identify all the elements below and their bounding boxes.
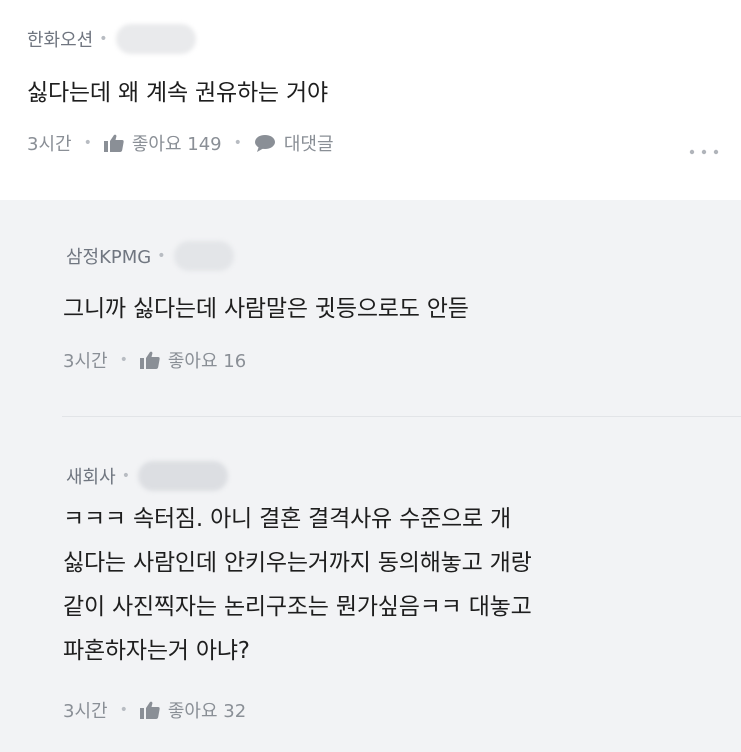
blurred-nickname <box>173 241 234 271</box>
separator-dot: • <box>233 135 242 151</box>
like-button[interactable]: 좋아요 149 <box>103 130 222 156</box>
thumbs-up-icon <box>139 351 160 369</box>
reply-text: ㅋㅋㅋ 속터짐. 아니 결혼 결격사유 수준으로 개 싫다는 사람인데 안키우는… <box>63 497 532 673</box>
reply-text-line: 같이 사진찍자는 논리구조는 뭔가싶음ㅋㅋ 대놓고 <box>63 594 532 620</box>
reply-label: 대댓글 <box>283 134 334 155</box>
like-count: 좋아요 32 <box>167 701 247 722</box>
reply-time: 3시간 <box>63 701 108 722</box>
reply-author-line: 새회사 • <box>66 461 228 491</box>
blurred-nickname <box>137 461 228 491</box>
like-button[interactable]: 좋아요 16 <box>139 347 247 373</box>
separator-dot: • <box>119 352 128 368</box>
separator-dot: • <box>121 468 130 484</box>
like-count: 좋아요 16 <box>167 351 247 372</box>
reply-button[interactable]: 대댓글 <box>254 130 334 156</box>
comment-author-line: 한화오션 • <box>27 24 196 54</box>
comment-author[interactable]: 한화오션 <box>27 26 93 52</box>
like-count: 좋아요 149 <box>131 134 222 155</box>
reply-author[interactable]: 삼정KPMG <box>66 243 151 269</box>
reply-text-line: 싫다는 사람인데 안키우는거까지 동의해놓고 개랑 <box>63 550 532 576</box>
main-comment: 한화오션 • 싫다는데 왜 계속 권유하는 거야 3시간 • 좋아요 149 •… <box>0 0 741 200</box>
reply-text-line: ㅋㅋㅋ 속터짐. 아니 결혼 결격사유 수준으로 개 <box>63 506 512 532</box>
reply-meta: 3시간 • 좋아요 32 <box>63 697 246 723</box>
blurred-nickname <box>115 24 196 54</box>
separator-dot: • <box>99 31 108 47</box>
comment-meta: 3시간 • 좋아요 149 • 대댓글 <box>27 130 334 156</box>
separator-dot: • <box>157 248 166 264</box>
separator-dot: • <box>119 702 128 718</box>
more-dots-icon[interactable] <box>688 144 720 160</box>
reply-meta: 3시간 • 좋아요 16 <box>63 347 246 373</box>
thumbs-up-icon <box>103 134 124 152</box>
reply-text: 그니까 싫다는데 사람말은 귓등으로도 안듣 <box>63 296 469 322</box>
reply-author[interactable]: 새회사 <box>66 463 116 489</box>
reply-divider <box>62 416 741 417</box>
reply-author-line: 삼정KPMG • <box>66 241 234 271</box>
comment-time: 3시간 <box>27 134 72 155</box>
like-button[interactable]: 좋아요 32 <box>139 697 247 723</box>
separator-dot: • <box>83 135 92 151</box>
thumbs-up-icon <box>139 701 160 719</box>
speech-bubble-icon <box>254 135 275 152</box>
comment-text: 싫다는데 왜 계속 권유하는 거야 <box>27 80 328 106</box>
reply-time: 3시간 <box>63 351 108 372</box>
reply-text-line: 파혼하자는거 아냐? <box>63 638 250 664</box>
